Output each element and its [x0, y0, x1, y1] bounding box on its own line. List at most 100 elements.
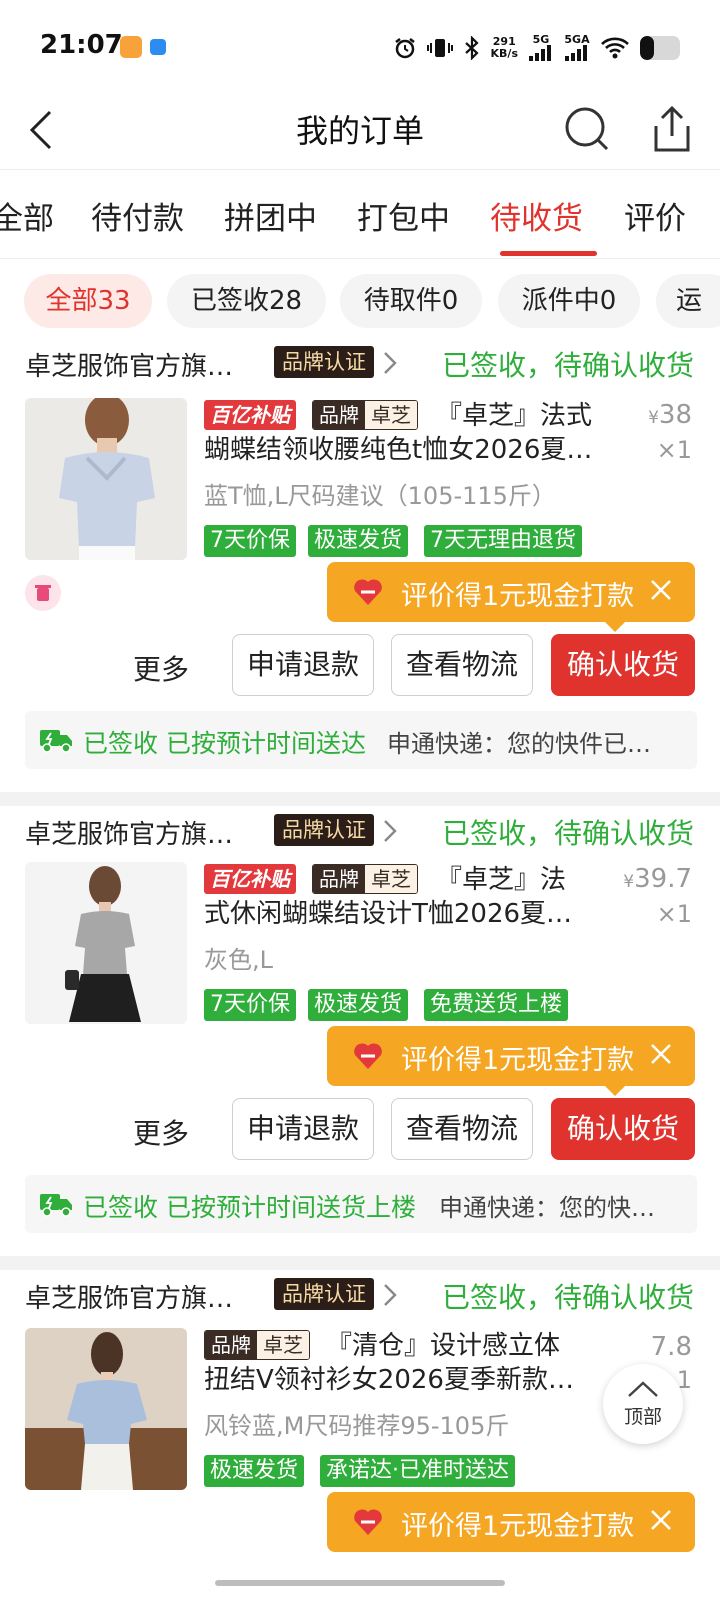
order-status: 已签收，待确认收货	[441, 349, 694, 382]
product-photo-icon	[25, 398, 187, 560]
brand-tag: 品牌 卓芝	[312, 400, 418, 430]
back-to-top-button[interactable]: 顶部	[603, 1364, 683, 1444]
track-logistics-button[interactable]: 查看物流	[391, 1098, 533, 1160]
vibrate-icon	[426, 39, 453, 57]
tab-pending-payment[interactable]: 待付款	[91, 193, 184, 238]
active-tab-indicator	[500, 251, 597, 256]
product-price: ¥38	[648, 400, 692, 430]
product-title-line2[interactable]: 蝴蝶结领收腰纯色t恤女2026夏…	[204, 434, 592, 466]
chip-pickup[interactable]: 待取件0	[340, 274, 482, 328]
nav-header: 我的订单	[0, 90, 720, 170]
service-tag: 7天价保	[204, 525, 296, 557]
back-to-top-label: 顶部	[623, 1406, 662, 1428]
service-tag: 极速发货	[204, 1455, 305, 1487]
product-title-line2[interactable]: 扭结V领衬衫女2026夏季新款…	[204, 1364, 574, 1396]
delivery-truck-icon	[40, 730, 72, 753]
product-image[interactable]	[25, 1328, 187, 1490]
more-actions[interactable]: 更多	[133, 648, 189, 688]
product-qty: ×1	[656, 436, 692, 464]
product-title-line2[interactable]: 式休闲蝴蝶结设计T恤2026夏…	[204, 898, 572, 930]
chip-signed[interactable]: 已签收28	[167, 274, 326, 328]
service-tag: 免费送货上楼	[424, 989, 569, 1021]
store-name[interactable]: 卓芝服饰官方旗…	[25, 346, 233, 383]
order-card: 卓芝服饰官方旗… 品牌认证 已签收，待确认收货 品牌 卓芝 『清仓』设计感立体 扭…	[0, 1270, 720, 1600]
store-name[interactable]: 卓芝服饰官方旗…	[25, 1278, 233, 1315]
tab-review[interactable]: 评价	[624, 193, 686, 238]
chip-delivering[interactable]: 派件中0	[498, 274, 640, 328]
chevron-right-icon[interactable]	[381, 350, 399, 376]
review-reward-text: 评价得1元现金打款	[401, 1511, 635, 1542]
close-icon[interactable]	[647, 1040, 675, 1068]
card-divider	[0, 1256, 720, 1270]
logistics-detail: 申通快递：您的快件已…	[387, 730, 651, 758]
product-price: 7.8	[650, 1332, 692, 1362]
chevron-right-icon[interactable]	[381, 1282, 399, 1308]
review-reward-bubble[interactable]: 评价得1元现金打款	[327, 1492, 695, 1552]
product-qty: ×1	[656, 900, 692, 928]
home-indicator[interactable]	[215, 1580, 505, 1586]
order-card: 卓芝服饰官方旗… 品牌认证 已签收，待确认收货 百亿补贴 品牌 卓芝 『卓芝』法 …	[0, 806, 720, 1246]
heart-icon	[354, 1043, 382, 1069]
order-card: 卓芝服饰官方旗… 品牌认证 已签收，待确认收货 百亿补贴 品牌 卓芝 『卓芝』法式…	[0, 342, 720, 782]
chevron-up-icon	[628, 1381, 658, 1397]
close-icon[interactable]	[647, 576, 675, 604]
share-icon[interactable]	[650, 104, 694, 154]
service-tag: 7天无理由退货	[424, 525, 582, 557]
product-photo-icon	[25, 1328, 187, 1490]
alarm-icon	[394, 38, 415, 59]
battery-level	[640, 36, 654, 60]
brand-tag: 品牌 卓芝	[312, 864, 418, 894]
logistics-status: 已签收 已按预计时间送达	[83, 729, 366, 758]
product-title-line1[interactable]: 『清仓』设计感立体	[326, 1330, 560, 1362]
network-speed: 291 KB/s	[490, 35, 518, 60]
brand-cert-badge: 品牌认证	[274, 346, 374, 378]
chip-shipping[interactable]: 运	[656, 274, 720, 328]
subsidy-tag: 百亿补贴	[204, 864, 296, 894]
tab-all[interactable]: 全部	[0, 193, 54, 238]
tab-packing[interactable]: 打包中	[357, 193, 450, 238]
close-icon[interactable]	[647, 1506, 675, 1534]
order-status: 已签收，待确认收货	[441, 1281, 694, 1314]
logistics-summary[interactable]: 已签收 已按预计时间送货上楼 申通快递：您的快…	[25, 1175, 697, 1233]
service-tag: 承诺达·已准时送达	[320, 1455, 515, 1487]
tab-pending-receipt[interactable]: 待收货	[490, 193, 583, 238]
review-reward-bubble[interactable]: 评价得1元现金打款	[327, 1026, 695, 1096]
logistics-summary[interactable]: 已签收 已按预计时间送达 申通快递：您的快件已…	[25, 711, 697, 769]
product-image[interactable]	[25, 862, 187, 1024]
orders-screen: 21:07 291 KB/s 5G 5GA 我的订单 全部 待付款 拼团中 打包中…	[0, 0, 720, 1600]
review-reward-text: 评价得1元现金打款	[401, 581, 635, 612]
card-divider	[0, 792, 720, 806]
product-title-line1[interactable]: 『卓芝』法式	[436, 400, 592, 432]
confirm-receipt-button[interactable]: 确认收货	[551, 1098, 695, 1160]
signal-sim2: 5GA	[564, 34, 590, 63]
refund-button[interactable]: 申请退款	[232, 634, 374, 696]
search-icon[interactable]	[562, 104, 612, 154]
store-name[interactable]: 卓芝服饰官方旗…	[25, 814, 233, 851]
logistics-status: 已签收 已按预计时间送货上楼	[83, 1193, 416, 1222]
order-tabs: 全部 待付款 拼团中 打包中 待收货 评价	[0, 171, 720, 259]
notification-app-icon	[120, 36, 142, 58]
tab-group-buying[interactable]: 拼团中	[224, 193, 317, 238]
delivery-truck-icon	[40, 1194, 72, 1217]
chevron-right-icon[interactable]	[381, 818, 399, 844]
signal-icon	[565, 44, 587, 61]
chip-all[interactable]: 全部33	[24, 274, 152, 328]
product-title-line1[interactable]: 『卓芝』法	[436, 864, 566, 896]
filter-chips: 全部33 已签收28 待取件0 派件中0 运	[0, 260, 720, 342]
wifi-icon	[601, 37, 629, 59]
confirm-receipt-button[interactable]: 确认收货	[551, 634, 695, 696]
order-status: 已签收，待确认收货	[441, 817, 694, 850]
bluetooth-icon	[464, 36, 479, 60]
service-tag: 7天价保	[204, 989, 296, 1021]
track-logistics-button[interactable]: 查看物流	[391, 634, 533, 696]
delete-icon[interactable]	[25, 575, 61, 611]
refund-button[interactable]: 申请退款	[232, 1098, 374, 1160]
logistics-detail: 申通快递：您的快…	[439, 1194, 655, 1222]
product-image[interactable]	[25, 398, 187, 560]
battery-icon	[640, 36, 680, 60]
more-actions[interactable]: 更多	[133, 1112, 189, 1152]
review-reward-bubble[interactable]: 评价得1元现金打款	[327, 562, 695, 632]
subsidy-tag: 百亿补贴	[204, 400, 296, 430]
review-reward-text: 评价得1元现金打款	[401, 1045, 635, 1076]
product-spec: 灰色,L	[204, 946, 273, 974]
